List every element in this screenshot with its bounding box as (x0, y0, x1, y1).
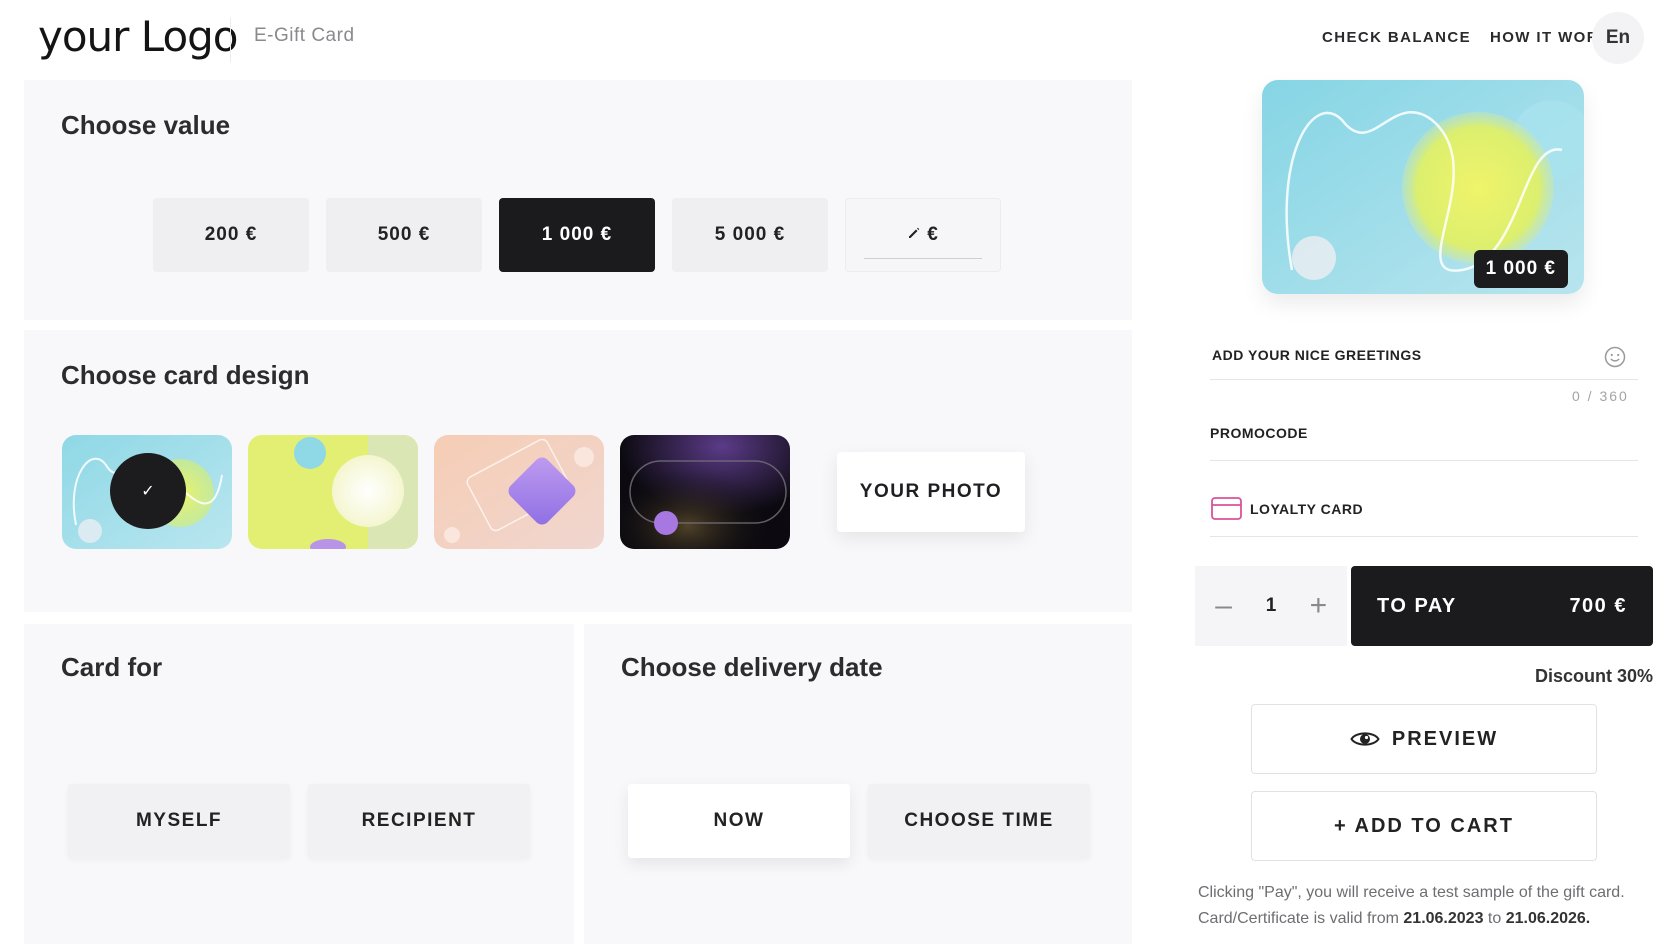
design-aqua[interactable]: ✓ (62, 435, 232, 549)
pencil-icon (907, 224, 921, 246)
design-lime[interactable] (248, 435, 418, 549)
delivery-title: Choose delivery date (621, 652, 883, 682)
pay-amount: 700 € (1569, 594, 1627, 617)
design-panel: Choose card design ✓ YOUR PHOTO (24, 330, 1132, 612)
loyalty-underline (1210, 536, 1638, 537)
design-title: Choose card design (61, 360, 310, 390)
choose-time-button[interactable]: CHOOSE TIME (868, 784, 1090, 858)
language-switcher[interactable]: En (1592, 12, 1644, 64)
plus-icon[interactable]: + (1303, 589, 1333, 623)
value-title: Choose value (61, 110, 231, 140)
design-dark[interactable] (620, 435, 790, 549)
discount-label: Discount 30% (1534, 666, 1653, 686)
logo[interactable]: your Logo (38, 12, 239, 61)
loyalty-card-icon[interactable] (1211, 497, 1242, 525)
your-photo-button[interactable]: YOUR PHOTO (837, 452, 1025, 532)
add-to-cart-button[interactable]: + ADD TO CART (1251, 791, 1597, 861)
header-divider (230, 18, 231, 62)
pay-button[interactable]: TO PAY 700 € (1351, 566, 1653, 646)
validity-note: Clicking "Pay", you will receive a test … (1198, 880, 1638, 932)
card-for-panel: Card for MYSELF RECIPIENT (24, 624, 574, 944)
nav-check-balance[interactable]: CHECK BALANCE (1322, 29, 1471, 46)
greetings-counter: 0 / 360 (1572, 388, 1629, 404)
greetings-label[interactable]: ADD YOUR NICE GREETINGS (1212, 347, 1422, 363)
promocode-underline (1210, 460, 1638, 461)
value-option-5000[interactable]: 5 000 € (672, 198, 828, 272)
card-amount-tag: 1 000 € (1473, 250, 1568, 288)
currency-label: € (927, 224, 939, 245)
check-icon: ✓ (110, 453, 186, 529)
card-preview: 1 000 € (1262, 80, 1584, 294)
product-name: E-Gift Card (254, 25, 355, 46)
loyalty-card-label[interactable]: LOYALTY CARD (1250, 501, 1363, 517)
recipient-button[interactable]: RECIPIENT (308, 784, 530, 858)
design-peach[interactable] (434, 435, 604, 549)
value-option-500[interactable]: 500 € (326, 198, 482, 272)
delivery-panel: Choose delivery date NOW CHOOSE TIME (584, 624, 1132, 944)
quantity-value[interactable]: 1 (1266, 595, 1277, 617)
value-option-1000[interactable]: 1 000 € (499, 198, 655, 272)
minus-icon[interactable]: – (1209, 589, 1239, 623)
myself-button[interactable]: MYSELF (68, 784, 290, 858)
now-button[interactable]: NOW (628, 784, 850, 858)
valid-to-date: 21.06.2026 (1505, 910, 1586, 927)
card-for-title: Card for (61, 652, 163, 682)
eye-icon (1350, 729, 1380, 749)
preview-button[interactable]: PREVIEW (1251, 704, 1597, 774)
validity-note-to: to (1483, 910, 1506, 927)
greetings-underline (1210, 379, 1638, 380)
promocode-label[interactable]: PROMOCODE (1210, 425, 1308, 441)
valid-from-date: 21.06.2023 (1403, 910, 1484, 927)
custom-value-input[interactable]: € (845, 198, 1001, 272)
value-panel: Choose value 200 € 500 € 1 000 € 5 000 €… (24, 80, 1132, 320)
quantity-stepper: – 1 + (1195, 566, 1347, 646)
validity-note-period: . (1585, 910, 1591, 927)
custom-value-underline (864, 258, 982, 259)
smiley-icon[interactable] (1604, 346, 1626, 373)
value-option-200[interactable]: 200 € (153, 198, 309, 272)
preview-label: PREVIEW (1391, 727, 1499, 750)
pay-label: TO PAY (1377, 594, 1457, 617)
